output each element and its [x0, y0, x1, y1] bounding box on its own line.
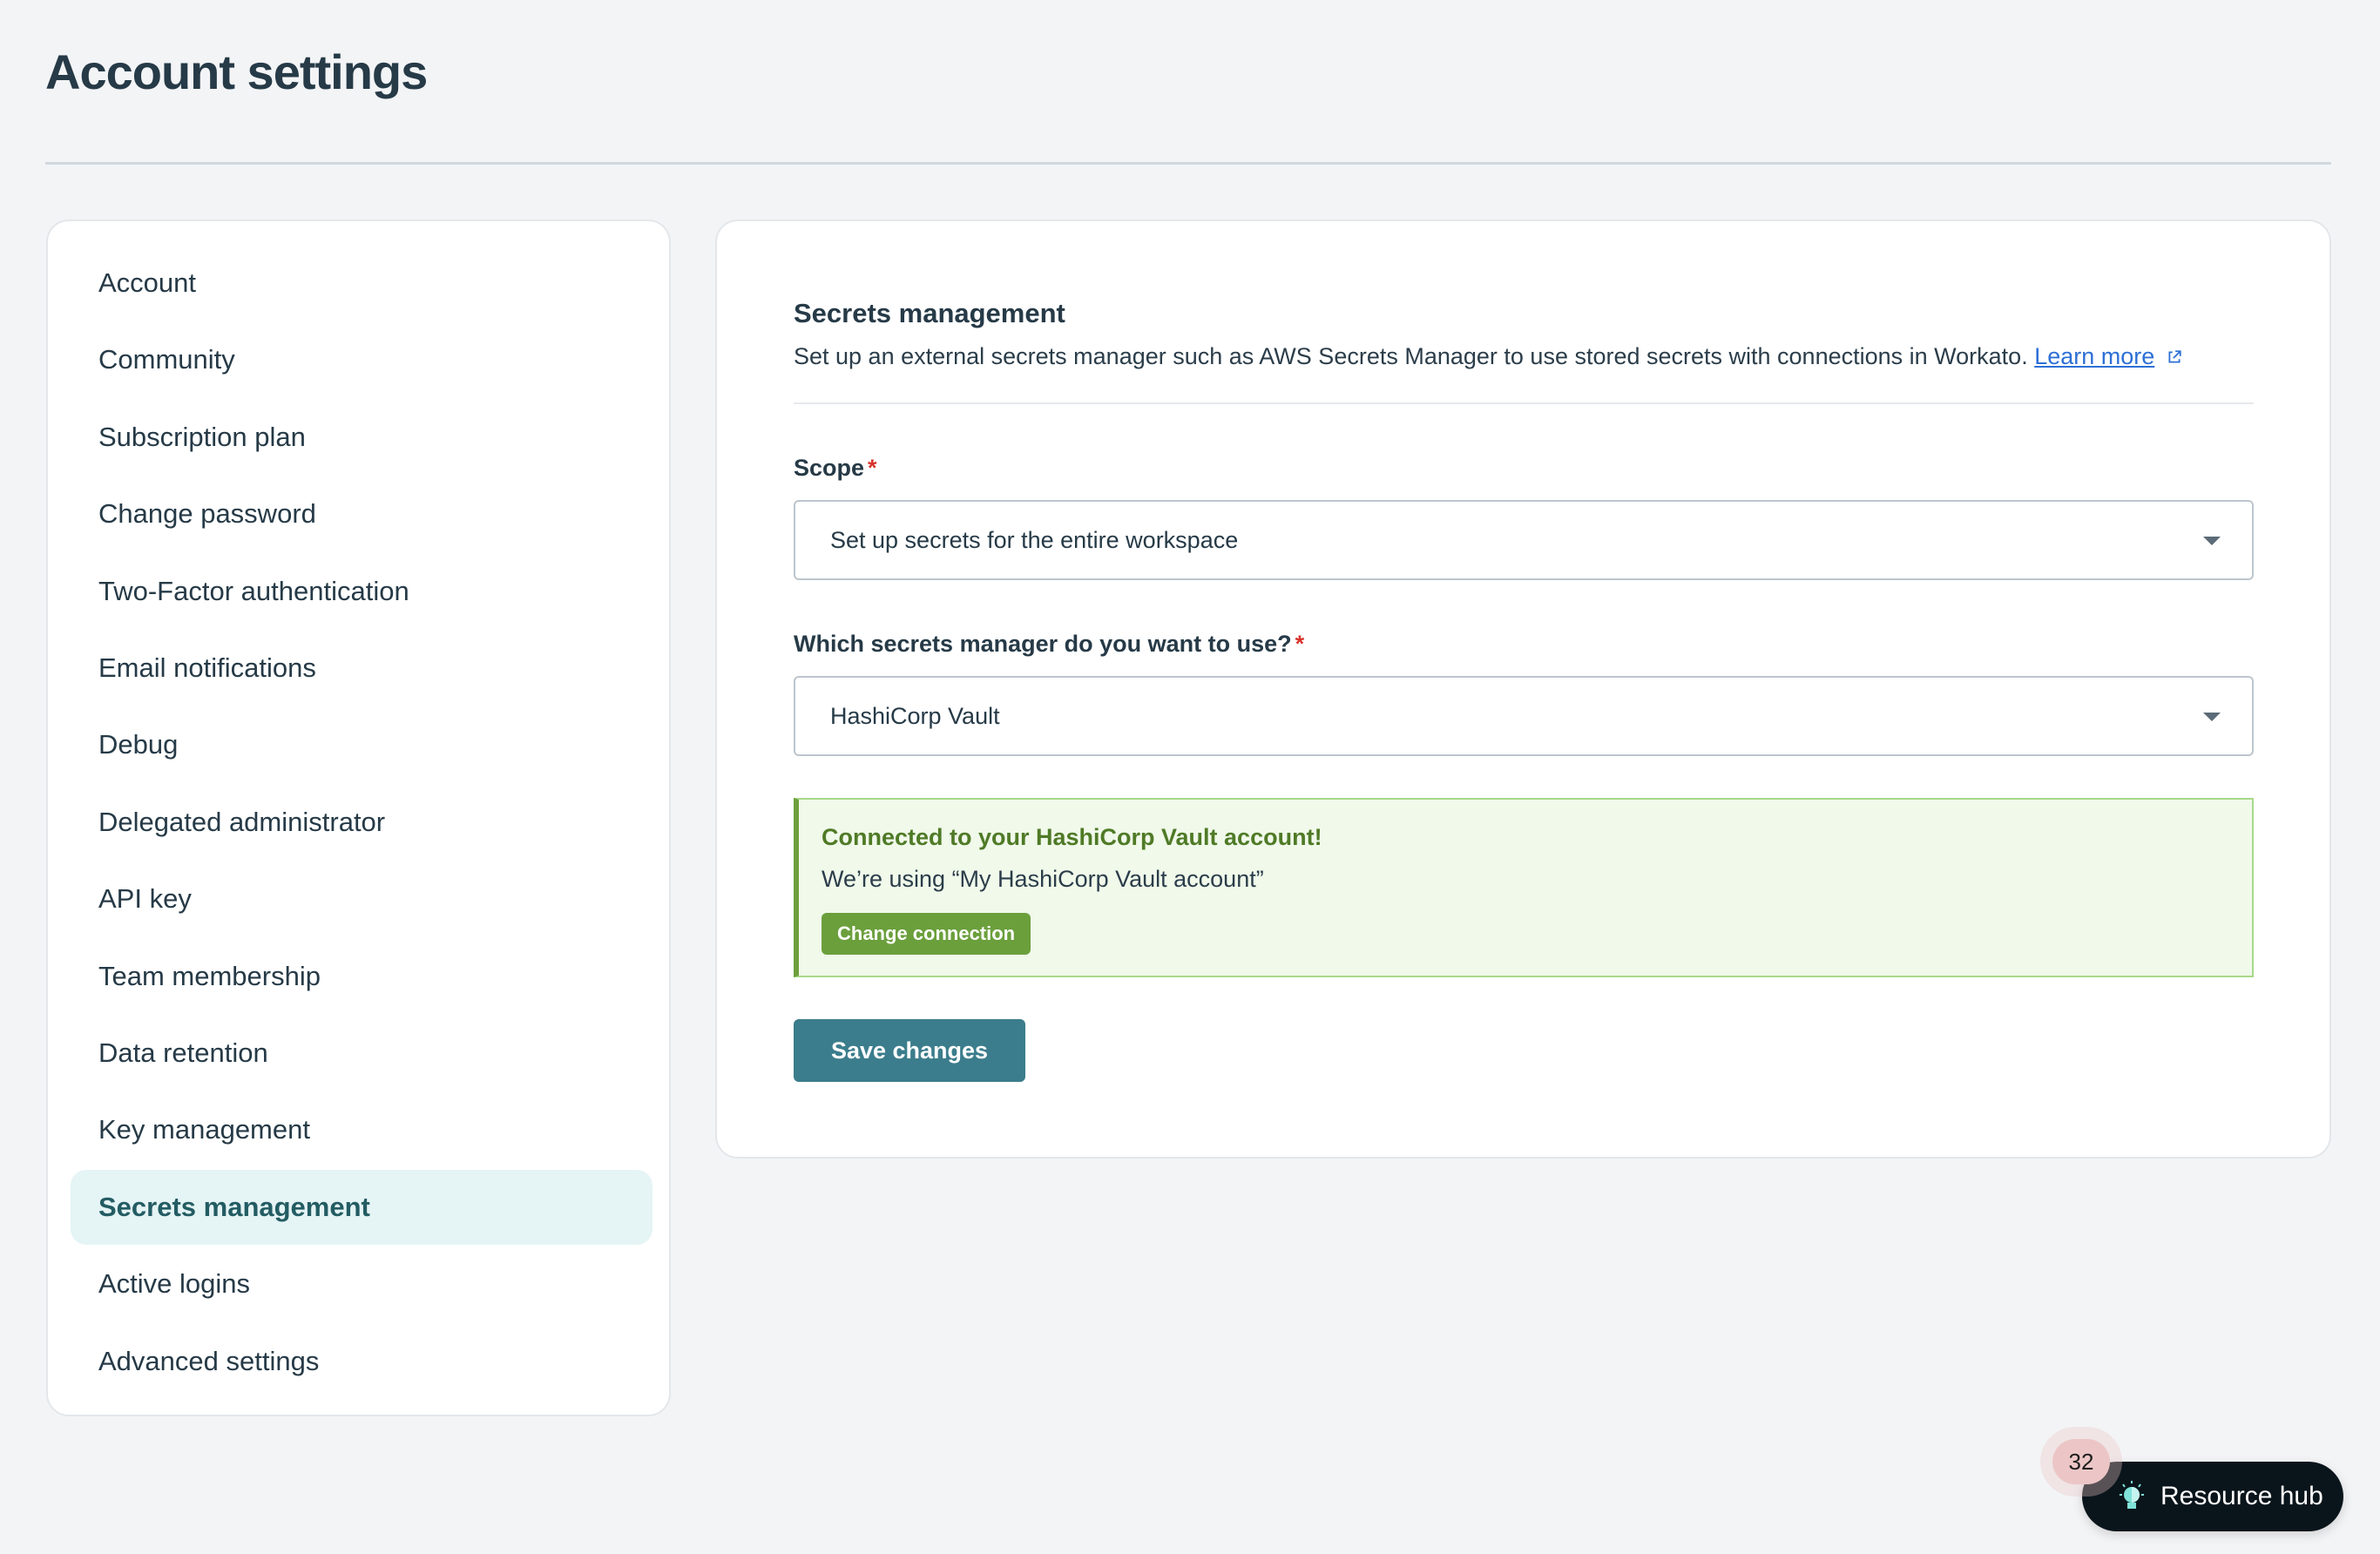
page-title: Account settings: [45, 44, 428, 99]
resource-hub-label: Resource hub: [2160, 1482, 2323, 1510]
change-connection-button[interactable]: Change connection: [822, 913, 1031, 955]
sidebar-item-label: Secrets management: [98, 1191, 370, 1222]
sidebar-item-advanced-settings[interactable]: Advanced settings: [71, 1324, 652, 1399]
description-text: Set up an external secrets manager such …: [794, 343, 2028, 369]
resource-hub-button[interactable]: Resource hub: [2082, 1462, 2343, 1531]
sidebar-item-label: Change password: [98, 498, 316, 530]
sidebar-item-subscription-plan[interactable]: Subscription plan: [71, 400, 652, 475]
sidebar-item-delegated-administrator[interactable]: Delegated administrator: [71, 785, 652, 860]
scope-label-text: Scope: [794, 455, 865, 481]
scope-select[interactable]: Set up secrets for the entire workspace: [794, 500, 2254, 580]
sidebar-item-label: Subscription plan: [98, 421, 306, 452]
scope-select-value: Set up secrets for the entire workspace: [830, 526, 1239, 553]
sidebar-item-two-factor-authentication[interactable]: Two-Factor authentication: [71, 554, 652, 629]
section-divider: [794, 402, 2254, 404]
sidebar-item-debug[interactable]: Debug: [71, 707, 652, 782]
sidebar-item-api-key[interactable]: API key: [71, 861, 652, 936]
save-changes-button[interactable]: Save changes: [794, 1019, 1025, 1082]
connection-success-alert: Connected to your HashiCorp Vault accoun…: [794, 798, 2254, 977]
sidebar-item-active-logins[interactable]: Active logins: [71, 1247, 652, 1321]
secrets-manager-select[interactable]: HashiCorp Vault: [794, 676, 2254, 756]
sidebar-item-label: API key: [98, 883, 192, 915]
sidebar-item-label: Debug: [98, 729, 179, 760]
section-description: Set up an external secrets manager such …: [794, 343, 2182, 370]
sidebar-item-label: Team membership: [98, 960, 321, 991]
scope-label: Scope *: [794, 455, 877, 482]
sidebar-item-secrets-management[interactable]: Secrets management: [71, 1169, 652, 1245]
required-mark: *: [868, 455, 877, 481]
secrets-manager-label-text: Which secrets manager do you want to use…: [794, 631, 1292, 657]
sidebar-item-change-password[interactable]: Change password: [71, 476, 652, 551]
required-mark: *: [1295, 631, 1305, 657]
learn-more-link[interactable]: Learn more: [2034, 343, 2154, 369]
sidebar-item-label: Active logins: [98, 1268, 251, 1300]
alert-title: Connected to your HashiCorp Vault accoun…: [822, 824, 1322, 850]
learn-more-label: Learn more: [2034, 343, 2155, 369]
sidebar-item-label: Key management: [98, 1114, 310, 1145]
sidebar-item-label: Email notifications: [98, 652, 316, 683]
secrets-management-panel: Secrets management Set up an external se…: [715, 220, 2331, 1159]
sidebar-item-data-retention[interactable]: Data retention: [71, 1016, 652, 1091]
sidebar-item-label: Two-Factor authentication: [98, 575, 409, 606]
header-divider: [45, 162, 2331, 165]
alert-text: We’re using “My HashiCorp Vault account”: [822, 866, 1264, 892]
sidebar-item-email-notifications[interactable]: Email notifications: [71, 631, 652, 706]
sidebar-item-label: Account: [98, 267, 197, 298]
sidebar-item-label: Community: [98, 344, 235, 375]
section-title: Secrets management: [794, 298, 1065, 328]
sidebar-item-label: Delegated administrator: [98, 806, 386, 837]
lightbulb-icon: [2120, 1481, 2144, 1509]
chevron-down-icon: [2203, 537, 2221, 545]
sidebar-item-key-management[interactable]: Key management: [71, 1092, 652, 1167]
sidebar-item-label: Data retention: [98, 1037, 268, 1068]
sidebar-item-label: Advanced settings: [98, 1345, 320, 1376]
settings-sidebar: Account Community Subscription plan Change …: [46, 220, 671, 1416]
notification-count-badge: 32: [2052, 1439, 2110, 1484]
secrets-manager-label: Which secrets manager do you want to use…: [794, 631, 1304, 658]
external-link-icon: [2168, 350, 2181, 363]
sidebar-item-account[interactable]: Account: [71, 246, 652, 321]
sidebar-item-team-membership[interactable]: Team membership: [71, 939, 652, 1014]
secrets-manager-select-value: HashiCorp Vault: [830, 702, 1000, 729]
chevron-down-icon: [2203, 713, 2221, 721]
sidebar-item-community[interactable]: Community: [71, 322, 652, 397]
